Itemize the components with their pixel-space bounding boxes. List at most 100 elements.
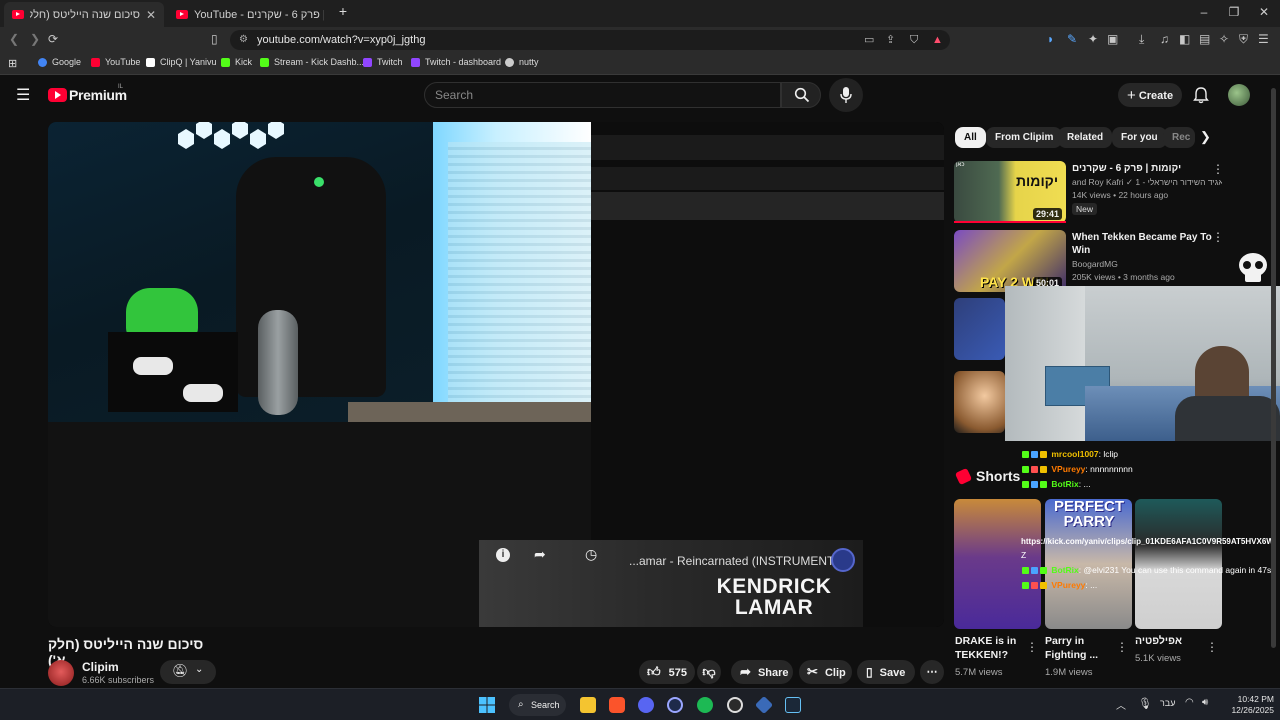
download-icon[interactable]: ⤓ — [1139, 32, 1144, 47]
dislike-button[interactable]: 👎︎ — [697, 660, 721, 684]
apps-grid-icon[interactable]: ⊞ — [8, 57, 17, 70]
save-button[interactable]: ▯ Save — [857, 660, 915, 684]
voice-search-button[interactable] — [829, 78, 863, 112]
bookmark-kick[interactable]: Kick — [221, 57, 252, 67]
obs-icon[interactable] — [727, 697, 743, 713]
related-thumbnail[interactable] — [954, 298, 1005, 360]
more-vertical-icon[interactable]: ⋮ — [1206, 640, 1218, 654]
leo-ai-icon[interactable]: ✧ — [1219, 32, 1229, 46]
more-vertical-icon[interactable]: ⋮ — [1212, 230, 1224, 244]
menu-icon[interactable]: ☰ — [1258, 32, 1269, 46]
extension-box-icon[interactable]: ▣ — [1107, 32, 1118, 46]
related-title[interactable]: When Tekken Became Pay To Win — [1072, 231, 1212, 257]
tray-microphone-icon[interactable]: 🎙︎ — [1138, 697, 1152, 710]
short-title[interactable]: Parry in Fighting ... — [1045, 634, 1115, 662]
volume-icon[interactable]: 🔊︎ — [1202, 697, 1208, 708]
cast-icon[interactable]: ▭ — [864, 30, 874, 50]
related-thumbnail[interactable] — [954, 371, 1005, 433]
endscreen-video-card[interactable]: i ➦ ◷ ...amar - Reincarnated (INSTRUMENT… — [479, 540, 863, 627]
chips-next-chevron-icon[interactable]: ❯ — [1200, 129, 1211, 145]
clip-button[interactable]: ✂ Clip — [799, 660, 852, 684]
close-window-icon[interactable]: ✕ — [1254, 5, 1274, 19]
bookmark-clipq[interactable]: ClipQ | Yanivu — [146, 57, 217, 67]
app-circle-icon[interactable] — [667, 697, 683, 713]
reload-icon[interactable]: ⟳ — [48, 32, 58, 46]
wifi-icon[interactable]: ◠ — [1185, 697, 1194, 708]
account-avatar[interactable] — [1228, 84, 1250, 106]
chip-related[interactable]: Related — [1058, 127, 1113, 148]
channel-avatar[interactable] — [48, 660, 74, 686]
browser-tab[interactable]: YouTube - יקומות | פרק 6 - שקרנים — [168, 2, 333, 27]
discord-icon[interactable] — [638, 697, 654, 713]
sidebar-icon[interactable]: ◧ — [1179, 32, 1190, 46]
chip-all[interactable]: All — [955, 127, 986, 148]
chip-recent[interactable]: Rec — [1163, 127, 1195, 148]
close-tab-icon[interactable]: ✕ — [146, 8, 156, 22]
share-arrow-icon[interactable]: ➦ — [534, 546, 546, 563]
subscription-bell-button[interactable]: 🔕︎ ⌄ — [160, 660, 216, 684]
chip-for-you[interactable]: For you — [1112, 127, 1167, 148]
restore-icon[interactable]: ❐ — [1224, 5, 1244, 19]
browser-tab-active[interactable]: סיכום שנה הייליטס (חלק א') ✕ — [4, 2, 164, 27]
search-button[interactable] — [781, 82, 821, 108]
related-title[interactable]: יקומות | פרק 6 - שקרנים — [1072, 162, 1212, 175]
bookmark-google[interactable]: Google — [38, 57, 81, 67]
steam-icon[interactable] — [785, 697, 801, 713]
more-vertical-icon[interactable]: ⋮ — [1116, 640, 1128, 654]
related-thumbnail[interactable]: PAY 2 WIN 50:01 — [954, 230, 1066, 292]
input-language[interactable]: עבר — [1160, 698, 1175, 708]
channel-avatar-small[interactable] — [831, 548, 855, 572]
taskbar-search[interactable]: ⌕ Search — [509, 694, 566, 716]
site-settings-icon[interactable]: ⚙ — [239, 30, 248, 50]
share-button[interactable]: ➦ Share — [731, 660, 793, 684]
new-tab-button[interactable]: + — [333, 3, 353, 19]
vpn-shield-icon[interactable]: ⛨ — [1239, 32, 1248, 47]
bookmark-twitch-dashboard[interactable]: Twitch - dashboard — [411, 57, 501, 67]
app-diamond-icon[interactable] — [754, 695, 774, 715]
video-player[interactable]: i ➦ ◷ ...amar - Reincarnated (INSTRUMENT… — [48, 122, 944, 627]
short-thumbnail[interactable]: PERFECT PARRY — [1045, 499, 1132, 629]
brave-rewards-icon[interactable]: ▲ — [932, 30, 943, 50]
related-channel[interactable]: BoogardMG — [1072, 259, 1118, 269]
brave-shield-icon[interactable]: ⛉ — [910, 30, 918, 50]
create-button[interactable]: + Create — [1118, 83, 1182, 107]
extension-translate-icon[interactable]: ✎ — [1067, 32, 1077, 46]
watch-later-clock-icon[interactable]: ◷ — [585, 546, 597, 563]
extension-audio-icon[interactable]: ◗ — [1047, 32, 1054, 46]
address-bar[interactable]: ⚙ youtube.com/watch?v=xyp0j_jgthg ▭ ⇪ ⛉ … — [230, 30, 950, 50]
related-channel[interactable]: and Roy Kafri ✓ תאגיד השידור הישראלי - 1… — [1072, 177, 1222, 188]
forward-icon[interactable]: ❯ — [30, 32, 40, 46]
media-icon[interactable]: ♫ — [1160, 32, 1169, 46]
bookmark-twitch[interactable]: Twitch — [363, 57, 403, 67]
more-actions-button[interactable]: ⋯ — [920, 660, 944, 684]
short-thumbnail[interactable] — [954, 499, 1041, 629]
like-button[interactable]: 👍︎ 575 — [639, 660, 695, 684]
notifications-bell-icon[interactable] — [1193, 87, 1209, 104]
chip-from-channel[interactable]: From Clipim — [986, 127, 1063, 148]
taskbar-clock[interactable]: 10:42 PM 12/26/2025 — [1222, 694, 1274, 716]
channel-name[interactable]: Clipim — [82, 660, 119, 674]
spotify-icon[interactable] — [697, 697, 713, 713]
guide-menu-icon[interactable]: ☰ — [16, 85, 30, 105]
share-page-icon[interactable]: ⇪ — [886, 30, 895, 50]
related-thumbnail[interactable]: כאן יקומות 29:41 — [954, 161, 1066, 223]
info-icon[interactable]: i — [496, 548, 510, 562]
bookmark-icon[interactable]: ▯ — [211, 32, 218, 46]
short-thumbnail[interactable] — [1135, 499, 1222, 629]
page-scrollbar[interactable] — [1271, 88, 1276, 648]
bookmark-youtube[interactable]: YouTube — [91, 57, 140, 67]
minimize-icon[interactable]: – — [1194, 5, 1214, 19]
brave-browser-icon[interactable] — [609, 697, 625, 713]
short-title[interactable]: אפילפטיה — [1135, 634, 1205, 648]
file-explorer-icon[interactable] — [580, 697, 596, 713]
bookmark-nutty[interactable]: nutty — [505, 57, 539, 67]
bookmark-kick-dashboard[interactable]: Stream - Kick Dashb... — [260, 57, 364, 67]
more-vertical-icon[interactable]: ⋮ — [1026, 640, 1038, 654]
short-title[interactable]: DRAKE is in TEKKEN!? — [955, 634, 1025, 662]
extensions-puzzle-icon[interactable]: ✦ — [1088, 32, 1098, 46]
youtube-logo-icon[interactable] — [48, 88, 67, 102]
windows-start-icon[interactable] — [479, 697, 495, 713]
wallet-icon[interactable]: ▤ — [1199, 32, 1210, 46]
tray-chevron-up-icon[interactable]: ︿ — [1116, 697, 1126, 712]
search-input[interactable]: Search — [424, 82, 781, 108]
